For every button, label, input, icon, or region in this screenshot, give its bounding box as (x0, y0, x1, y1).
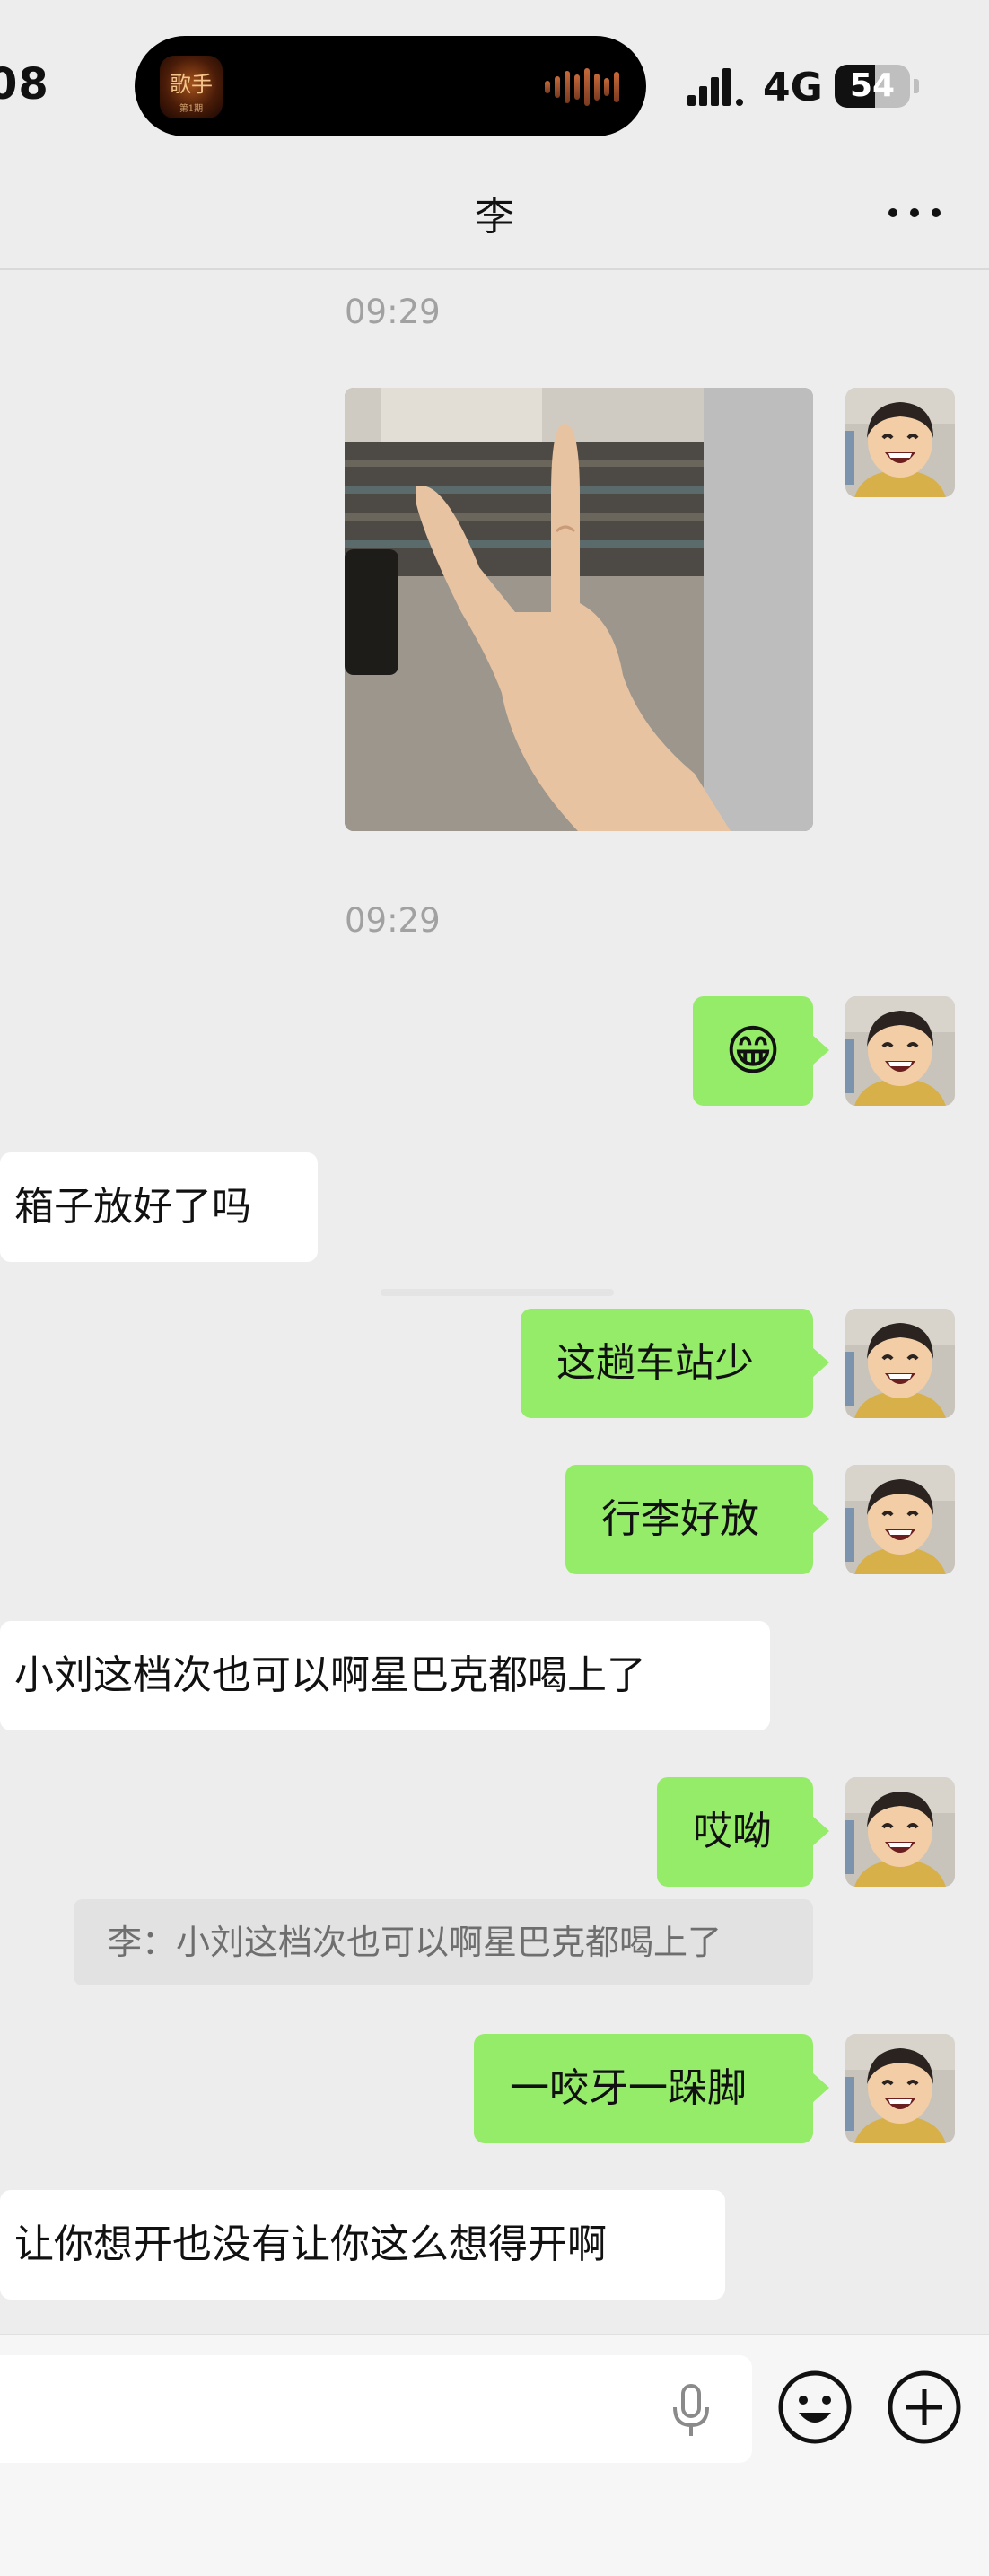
now-playing-app-icon: 歌手 第1期 (160, 56, 223, 118)
avatar[interactable] (845, 2034, 955, 2143)
now-playing-subtitle: 第1期 (179, 104, 204, 114)
audio-waveform-icon (545, 68, 619, 106)
received-message[interactable]: 小刘这档次也可以啊星巴克都喝上了 (0, 1621, 770, 1730)
avatar[interactable] (845, 388, 955, 497)
now-playing-title: 歌手 (170, 72, 213, 97)
input-bar (0, 2334, 989, 2576)
emoji-message[interactable]: 😁 (693, 996, 829, 1106)
battery-level: 54 (849, 67, 896, 104)
status-time: 08 (0, 59, 49, 110)
plus-icon[interactable] (887, 2370, 962, 2445)
message-input[interactable] (0, 2355, 752, 2463)
message-timestamp: 09:29 (345, 901, 441, 940)
network-type: 4G (763, 65, 823, 110)
peace-sign-photo (345, 388, 813, 831)
sent-message[interactable]: 行李好放 (565, 1465, 829, 1574)
image-message[interactable] (345, 388, 813, 831)
quoted-reply[interactable]: 李：小刘这档次也可以啊星巴克都喝上了 (74, 1899, 813, 1985)
avatar[interactable] (845, 1777, 955, 1887)
microphone-icon[interactable] (664, 2382, 718, 2440)
message-timestamp: 09:29 (345, 293, 441, 331)
more-dots-icon[interactable] (888, 200, 942, 227)
received-message[interactable]: 让你想开也没有让你这么想得开啊 (0, 2190, 725, 2300)
dynamic-island[interactable]: 歌手 第1期 (135, 36, 646, 136)
avatar[interactable] (845, 996, 955, 1106)
chat-title: 李 (475, 194, 514, 240)
emoji-icon[interactable] (777, 2370, 853, 2445)
cellular-signal-icon (687, 68, 743, 106)
typing-indicator (381, 1289, 614, 1296)
status-bar: 08 歌手 第1期 4G 54 (0, 0, 989, 175)
avatar[interactable] (845, 1465, 955, 1574)
message-list[interactable]: 09:29 09:29 😁 箱子放好了吗 这趟车站少 行李好放 小刘这档次也可以… (0, 269, 989, 2334)
battery-icon: 54 (835, 65, 919, 108)
sent-message[interactable]: 哎呦 (657, 1777, 829, 1887)
avatar[interactable] (845, 1309, 955, 1418)
received-message[interactable]: 箱子放好了吗 (0, 1152, 318, 1262)
chat-header: 李 (0, 175, 989, 270)
sent-message[interactable]: 这趟车站少 (521, 1309, 829, 1418)
sent-message[interactable]: 一咬牙一跺脚 (474, 2034, 829, 2143)
